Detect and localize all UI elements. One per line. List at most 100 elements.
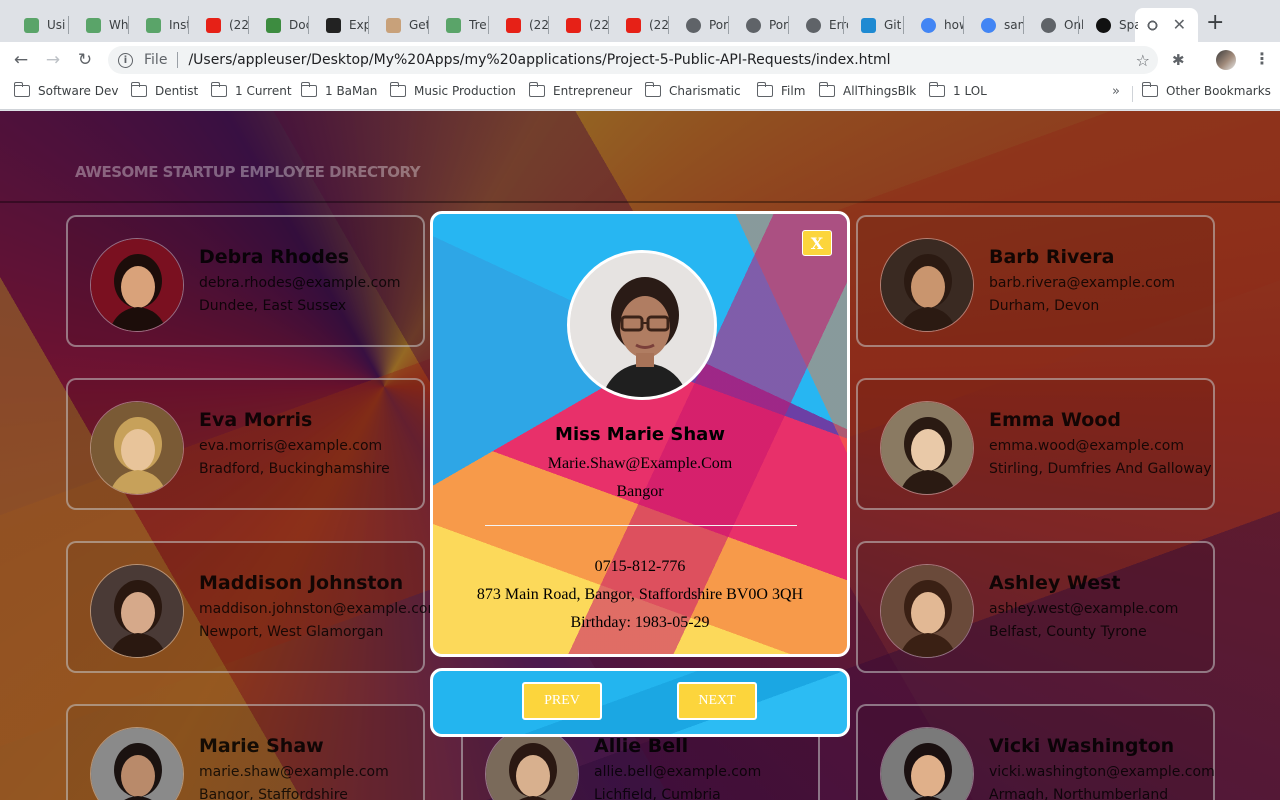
google-icon: [921, 17, 936, 33]
employee-card[interactable]: Debra Rhodes debra.rhodes@example.com Dund…: [66, 215, 425, 347]
bookmark-folder[interactable]: Film: [756, 82, 805, 98]
tab[interactable]: san: [965, 8, 1023, 42]
tab[interactable]: Doc: [250, 8, 308, 42]
employee-card[interactable]: Eva Morris eva.morris@example.com Bradford…: [66, 378, 425, 510]
address-scheme: File: [144, 52, 168, 68]
tab-title: Por: [769, 18, 788, 32]
back-icon[interactable]: ←: [5, 44, 37, 76]
tab[interactable]: Usin: [8, 8, 66, 42]
other-bookmarks[interactable]: Other Bookmarks: [1141, 82, 1271, 98]
new-tab-button[interactable]: +: [1206, 12, 1224, 34]
tab[interactable]: (22: [490, 8, 548, 42]
folder-icon: [130, 82, 147, 97]
employee-name: Marie Shaw: [199, 735, 324, 757]
tab[interactable]: Tre: [430, 8, 488, 42]
reload-icon[interactable]: ↻: [69, 44, 101, 76]
tab-active[interactable]: ✕: [1135, 8, 1198, 42]
green-leaf-icon: [146, 17, 161, 33]
employee-location: Durham, Devon: [989, 298, 1100, 314]
tab[interactable]: Exp: [310, 8, 368, 42]
bookmark-folder[interactable]: Entrepreneur: [528, 82, 632, 98]
tab[interactable]: (22: [550, 8, 608, 42]
tab[interactable]: how: [905, 8, 963, 42]
green-cube-icon: [266, 17, 281, 33]
employee-location: Belfast, County Tyrone: [989, 624, 1147, 640]
modal-close-button[interactable]: X: [802, 230, 832, 256]
tab-title: Wh: [109, 18, 128, 32]
modal-avatar: [567, 250, 717, 400]
employee-card[interactable]: Barb Rivera barb.rivera@example.com Durham…: [856, 215, 1215, 347]
bookmark-folder[interactable]: Charismatic: [644, 82, 741, 98]
bookmark-folder[interactable]: AllThingsBlk: [818, 82, 916, 98]
browser-toolbar: ← → ↻ i File /Users/appleuser/Desktop/My…: [0, 42, 1280, 78]
tab[interactable]: Inst: [130, 8, 188, 42]
employee-card[interactable]: Marie Shaw marie.shaw@example.com Bangor, …: [66, 704, 425, 800]
address-bar[interactable]: i File /Users/appleuser/Desktop/My%20App…: [108, 46, 1158, 74]
tab-title: Inst: [169, 18, 188, 32]
bookmark-folder[interactable]: Music Production: [389, 82, 516, 98]
extension-bug-icon[interactable]: ✱: [1172, 51, 1190, 69]
employee-avatar: [90, 564, 184, 658]
modal-divider: [485, 525, 797, 526]
tab-title: Usin: [47, 18, 66, 32]
bookmark-folder[interactable]: 1 LOL: [928, 82, 987, 98]
employee-email: maddison.johnston@example.com: [199, 601, 442, 617]
prev-button[interactable]: PREV: [522, 682, 602, 720]
bookmark-folder[interactable]: 1 Current: [210, 82, 292, 98]
info-icon[interactable]: i: [118, 52, 133, 68]
tab-title: Git: [884, 18, 902, 32]
employee-card[interactable]: Emma Wood emma.wood@example.com Stirling, …: [856, 378, 1215, 510]
person-photo-icon: [486, 728, 578, 800]
employee-avatar: [90, 401, 184, 495]
bookmark-folder[interactable]: Dentist: [130, 82, 199, 98]
bookmarks-overflow-icon[interactable]: »: [1112, 84, 1120, 99]
tab[interactable]: (22: [610, 8, 668, 42]
employee-location: Stirling, Dumfries And Galloway: [989, 461, 1212, 477]
menu-icon[interactable]: ⋮: [1254, 49, 1270, 68]
close-tab-icon[interactable]: ✕: [1173, 17, 1186, 33]
other-bookmarks-label: Other Bookmarks: [1166, 84, 1271, 98]
employee-email: emma.wood@example.com: [989, 438, 1184, 454]
green-leaf-icon: [24, 17, 39, 33]
tab[interactable]: Onl: [1025, 8, 1083, 42]
tab[interactable]: Por: [730, 8, 788, 42]
address-divider: [177, 52, 179, 68]
modal-birthday: Birthday: 1983-05-29: [570, 614, 710, 631]
employee-email: debra.rhodes@example.com: [199, 275, 401, 291]
youtube-icon: [566, 17, 581, 33]
folder-icon: [13, 82, 30, 97]
tab-title: Get: [409, 18, 428, 32]
modal-nav-bar: PREV NEXT: [430, 668, 850, 737]
tab[interactable]: Erro: [790, 8, 848, 42]
employee-card[interactable]: Ashley West ashley.west@example.com Belfas…: [856, 541, 1215, 673]
address-url[interactable]: /Users/appleuser/Desktop/My%20Apps/my%20…: [188, 52, 890, 68]
tab-separator: [428, 16, 429, 34]
bookmark-label: 1 Current: [235, 84, 292, 98]
employee-card[interactable]: Vicki Washington vicki.washington@example…: [856, 704, 1215, 800]
tab-title: Doc: [289, 18, 308, 32]
bookmark-folder[interactable]: Software Dev: [13, 82, 118, 98]
person-photo-icon: [570, 253, 714, 397]
tab[interactable]: (22: [190, 8, 248, 42]
employee-avatar: [90, 727, 184, 800]
tab-separator: [488, 16, 489, 34]
next-button[interactable]: NEXT: [677, 682, 757, 720]
bookmark-star-icon[interactable]: ☆: [1136, 51, 1150, 70]
tab[interactable]: Por: [670, 8, 728, 42]
profile-avatar[interactable]: [1216, 50, 1236, 70]
tab-separator: [1023, 16, 1024, 34]
person-photo-icon: [881, 728, 973, 800]
forward-icon[interactable]: →: [37, 44, 69, 76]
bookmark-label: Dentist: [155, 84, 199, 98]
modal-name: Miss Marie Shaw: [555, 424, 725, 445]
tab[interactable]: Spa: [1080, 8, 1138, 42]
tab[interactable]: Get: [370, 8, 428, 42]
tab[interactable]: Wh: [70, 8, 128, 42]
tab-title: san: [1004, 18, 1023, 32]
github-icon: [1096, 17, 1111, 33]
tab[interactable]: Git: [845, 8, 903, 42]
bookmark-folder[interactable]: 1 BaMan: [300, 82, 377, 98]
employee-card[interactable]: Maddison Johnston maddison.johnston@examp…: [66, 541, 441, 673]
employee-email: barb.rivera@example.com: [989, 275, 1176, 291]
bookmark-label: Music Production: [414, 84, 516, 98]
